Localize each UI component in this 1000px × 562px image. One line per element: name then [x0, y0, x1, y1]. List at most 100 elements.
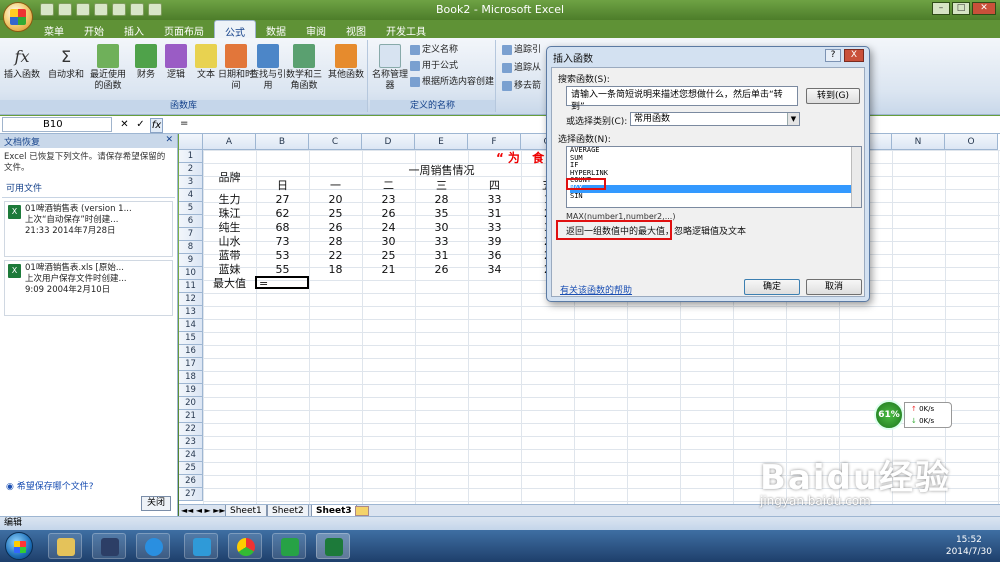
value-cell[interactable]: 62	[256, 207, 309, 220]
row-header[interactable]: 15	[179, 332, 203, 345]
brand-cell[interactable]: 生力	[203, 193, 256, 206]
row-header[interactable]: 4	[179, 189, 203, 202]
function-item[interactable]: COUNT	[570, 177, 861, 185]
function-item[interactable]: SIN	[570, 192, 861, 201]
row-header[interactable]: 23	[179, 436, 203, 449]
tab-home[interactable]: 开始	[74, 20, 114, 38]
network-speed-widget[interactable]: 61% ↑ 0K/s ↓ 0K/s	[874, 400, 952, 430]
value-cell[interactable]: 31	[415, 249, 468, 262]
row-header[interactable]: 20	[179, 397, 203, 410]
row-header[interactable]: 1	[179, 150, 203, 163]
row-header[interactable]: 7	[179, 228, 203, 241]
recent-functions-button[interactable]: 最近使用的函数	[88, 44, 128, 92]
value-cell[interactable]: 26	[309, 221, 362, 234]
recovered-file-item[interactable]: X 01啤酒销售表 (version 1... 上次“自动保存”时创建... 2…	[4, 201, 173, 257]
row-header[interactable]: 14	[179, 319, 203, 332]
tab-review[interactable]: 审阅	[296, 20, 336, 38]
tab-data[interactable]: 数据	[256, 20, 296, 38]
brand-cell[interactable]: 蓝带	[203, 249, 256, 262]
cancel-formula-icon[interactable]: ✕	[118, 118, 131, 133]
function-item[interactable]: HYPERLINK	[570, 169, 861, 178]
row-header[interactable]: 21	[179, 410, 203, 423]
tab-insert[interactable]: 插入	[114, 20, 154, 38]
value-cell[interactable]: 23	[362, 193, 415, 206]
value-cell[interactable]: 27	[256, 193, 309, 206]
value-cell[interactable]: 33	[415, 235, 468, 248]
value-cell[interactable]: 33	[468, 193, 521, 206]
row-header[interactable]: 3	[179, 176, 203, 189]
date-time-button[interactable]: 日期和时间	[218, 44, 254, 92]
dialog-close-button[interactable]: X	[844, 49, 864, 62]
function-item[interactable]: SUM	[570, 154, 861, 163]
select-all-corner[interactable]	[179, 134, 203, 150]
close-pane-icon[interactable]: ✕	[165, 135, 173, 145]
value-cell[interactable]: 30	[415, 221, 468, 234]
remove-arrows-button[interactable]: 移去箭	[502, 80, 541, 93]
function-item[interactable]: AVERAGE	[570, 147, 861, 155]
new-sheet-icon[interactable]	[355, 506, 369, 516]
search-input[interactable]: 请输入一条简短说明来描述您想做什么，然后单击“转到”	[566, 86, 798, 112]
row-header[interactable]: 10	[179, 267, 203, 280]
help-question-link[interactable]: ◉ 希望保存哪个文件?	[6, 479, 94, 492]
taskbar-app-qq[interactable]	[272, 533, 306, 559]
value-cell[interactable]: 73	[256, 235, 309, 248]
row-header[interactable]: 18	[179, 371, 203, 384]
row-header[interactable]: 25	[179, 462, 203, 475]
row-header[interactable]: 16	[179, 345, 203, 358]
function-item-selected[interactable]: MAX	[570, 184, 861, 193]
value-cell[interactable]: 25	[362, 249, 415, 262]
value-cell[interactable]: 35	[415, 207, 468, 220]
math-trig-button[interactable]: 数学和三角函数	[284, 44, 324, 92]
lookup-reference-button[interactable]: 查找与引用	[250, 44, 286, 92]
row-header[interactable]: 8	[179, 241, 203, 254]
value-cell[interactable]: 53	[256, 249, 309, 262]
function-help-link[interactable]: 有关该函数的帮助	[560, 283, 632, 296]
name-box[interactable]: B10	[2, 117, 112, 132]
trace-precedents-button[interactable]: 追踪引	[502, 44, 541, 57]
trace-dependents-button[interactable]: 追踪从	[502, 62, 541, 75]
more-functions-button[interactable]: 其他函数	[326, 44, 366, 81]
function-list[interactable]: AVERAGE SUM IF HYPERLINK COUNT MAX SIN	[566, 146, 862, 208]
function-item[interactable]: IF	[570, 162, 861, 170]
value-cell[interactable]: 30	[362, 235, 415, 248]
value-cell[interactable]: 55	[256, 263, 309, 276]
value-cell[interactable]: 31	[468, 207, 521, 220]
row-header[interactable]: 9	[179, 254, 203, 267]
row-header[interactable]: 22	[179, 423, 203, 436]
start-button[interactable]	[5, 532, 33, 560]
clock[interactable]: 15:52 2014/7/30	[946, 534, 992, 558]
recovered-file-item[interactable]: X 01啤酒销售表.xls [原始... 上次用户保存文件时创建... 9:09…	[4, 260, 173, 316]
column-header[interactable]: D	[362, 134, 415, 150]
column-header[interactable]: N	[892, 134, 945, 150]
autosum-button[interactable]: Σ 自动求和	[48, 44, 84, 81]
row-header[interactable]: 13	[179, 306, 203, 319]
row-header[interactable]: 6	[179, 215, 203, 228]
tab-page-layout[interactable]: 页面布局	[154, 20, 214, 38]
value-cell[interactable]: 22	[309, 249, 362, 262]
insert-function-button[interactable]: fx 插入函数	[4, 44, 40, 81]
column-header[interactable]: O	[945, 134, 998, 150]
name-manager-button[interactable]: 名称管理器	[372, 44, 408, 92]
brand-cell[interactable]: 珠江	[203, 207, 256, 220]
taskbar-app-chrome[interactable]	[228, 533, 262, 559]
value-cell[interactable]: 36	[468, 249, 521, 262]
taskbar-app-excel[interactable]	[316, 533, 350, 559]
office-button[interactable]	[3, 2, 33, 32]
value-cell[interactable]: 28	[309, 235, 362, 248]
minimize-button[interactable]: –	[932, 2, 950, 15]
taskbar-app-bird[interactable]	[184, 533, 218, 559]
column-header[interactable]: A	[203, 134, 256, 150]
enter-formula-icon[interactable]: ✓	[134, 118, 147, 133]
list-scrollbar[interactable]	[851, 147, 861, 207]
use-in-formula-button[interactable]: 用于公式	[410, 60, 458, 73]
insert-function-icon[interactable]: fx	[150, 118, 163, 133]
value-cell[interactable]: 39	[468, 235, 521, 248]
create-from-selection-button[interactable]: 根据所选内容创建	[410, 76, 494, 89]
value-cell[interactable]: 68	[256, 221, 309, 234]
brand-cell[interactable]: 山水	[203, 235, 256, 248]
column-header[interactable]: F	[468, 134, 521, 150]
close-pane-button[interactable]: 关闭	[141, 496, 171, 511]
tab-formulas[interactable]: 公式	[214, 20, 256, 39]
dialog-help-button[interactable]: ?	[825, 49, 841, 62]
tab-view[interactable]: 视图	[336, 20, 376, 38]
